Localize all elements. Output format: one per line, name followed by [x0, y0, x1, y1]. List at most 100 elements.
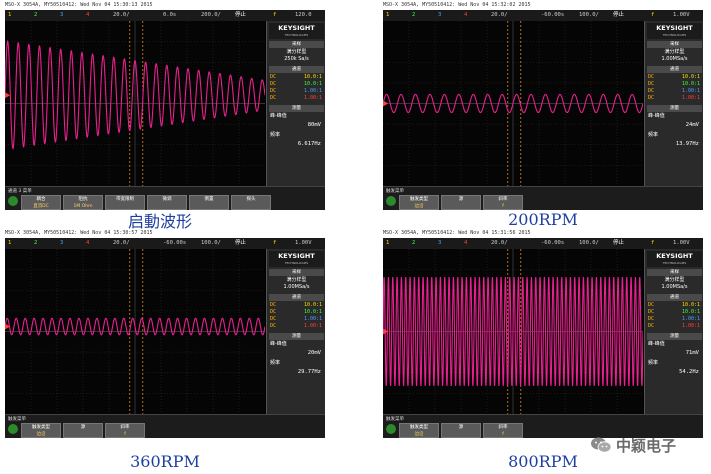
channel-2-indicator[interactable]: 2	[34, 10, 37, 21]
vpp-value: 24mV	[685, 122, 699, 128]
channel-row: DC 10.0:1	[270, 81, 324, 88]
scope-panel-1: MSO-X 3054A, MY50510412: Wed Nov 04 15:3…	[5, 10, 325, 210]
channel-coupling: DC	[648, 309, 655, 315]
channel-probe-ratio: 10.0:1	[303, 74, 322, 80]
acquisition-header: 采样	[647, 269, 702, 276]
channel-ground-marker	[5, 92, 10, 99]
panel-caption: 360RPM	[130, 452, 200, 471]
back-button[interactable]	[8, 424, 18, 434]
softkey-button[interactable]: 触发类型 边沿	[399, 195, 439, 210]
channel-coupling: DC	[270, 302, 277, 308]
channel-row: DC 1.00:1	[648, 323, 702, 330]
trigger-marker: f	[273, 12, 277, 18]
softkey-button[interactable]: 斜率 f	[105, 423, 145, 438]
channel-coupling: DC	[270, 74, 277, 80]
channel-4-indicator[interactable]: 4	[464, 238, 467, 249]
frequency-value: 13.97Hz	[675, 141, 699, 147]
channel-3-indicator[interactable]: 3	[60, 238, 63, 249]
timebase: 100.0/	[579, 240, 599, 246]
softkey-label: 带宽限制	[116, 197, 134, 202]
info-panel: KEYSIGHT TECHNOLOGIES 采样 满分样型 1.00MSa/s 通道 DC 1…	[644, 21, 703, 186]
channel-1-indicator[interactable]: 1	[386, 238, 389, 249]
measurements-header: 测量	[269, 105, 324, 112]
channel-coupling: DC	[270, 88, 277, 94]
channel-4-indicator[interactable]: 4	[86, 238, 89, 249]
softkey-button[interactable]: 耦合 直流DC	[21, 195, 61, 210]
scope-title: MSO-X 3054A, MY50510412: Wed Nov 04 15:3…	[5, 230, 153, 236]
channel-coupling: DC	[648, 81, 655, 87]
back-button[interactable]	[386, 424, 396, 434]
softkey-value: f	[124, 432, 126, 437]
back-button[interactable]	[386, 196, 396, 206]
softkey-value: f	[502, 432, 504, 437]
channel-row: DC 10.0:1	[648, 302, 702, 309]
watermark: 中颖电子	[590, 433, 702, 457]
softkey-button[interactable]: 触发类型 边沿	[21, 423, 61, 438]
channel-row: DC 10.0:1	[270, 309, 324, 316]
channel-probe-ratio: 1.00:1	[303, 323, 322, 329]
channel-4-indicator[interactable]: 4	[86, 10, 89, 21]
softkey-label: 触发类型	[410, 425, 428, 430]
channel-probe-ratio: 10.0:1	[681, 302, 700, 308]
waveform-grid	[383, 249, 643, 414]
channel-row: DC 10.0:1	[270, 302, 324, 309]
softkey-label: 触发类型	[32, 425, 50, 430]
vertical-scale: 20.0/	[491, 240, 508, 246]
softkey-button[interactable]: 探头	[231, 195, 271, 210]
channel-coupling: DC	[270, 95, 277, 101]
frequency-label: 频率	[648, 360, 659, 366]
channel-row: DC 10.0:1	[648, 74, 702, 81]
softkey-button[interactable]: 斜率 f	[483, 423, 523, 438]
softkey-button[interactable]: 阻抗 1M Ohm	[63, 195, 103, 210]
vertical-scale: 20.0/	[113, 12, 130, 18]
channel-2-indicator[interactable]: 2	[412, 238, 415, 249]
vpp-value: 80mV	[307, 122, 321, 128]
waveform-plot	[5, 249, 265, 414]
waveform-plot	[383, 21, 643, 186]
back-button[interactable]	[8, 196, 18, 206]
brand-sub: TECHNOLOGIES	[284, 261, 309, 265]
softkey-button[interactable]: 斜率 f	[483, 195, 523, 210]
channel-probe-ratio: 10.0:1	[303, 81, 322, 87]
sample-rate: 1.00MSa/s	[283, 284, 310, 290]
softkey-button[interactable]: 源	[63, 423, 103, 438]
brand-name: KEYSIGHT	[656, 252, 693, 260]
info-panel: KEYSIGHT TECHNOLOGIES 采样 满分样型 1.00MSa/s 通道 DC 1…	[644, 249, 703, 414]
channel-3-indicator[interactable]: 3	[438, 238, 441, 249]
softkey-value: 边沿	[414, 432, 424, 437]
channel-3-indicator[interactable]: 3	[438, 10, 441, 21]
softkey-button[interactable]: 触发类型 边沿	[399, 423, 439, 438]
acquisition-header: 采样	[647, 41, 702, 48]
channel-2-indicator[interactable]: 2	[34, 238, 37, 249]
channel-probe-ratio: 1.00:1	[681, 316, 700, 322]
softkey-bar: 通道 3 菜单 耦合 直流DC 阻抗 1M Ohm 带宽限制 微调 倒置 探头	[5, 186, 325, 210]
frequency-value: 29.77Hz	[297, 369, 321, 375]
softkey-menu-title: 触发菜单	[386, 417, 404, 422]
channel-2-indicator[interactable]: 2	[412, 10, 415, 21]
channels-header: 通道	[647, 66, 702, 73]
softkey-label: 倒置	[204, 197, 214, 202]
softkey-button[interactable]: 源	[441, 423, 481, 438]
softkey-label: 斜率	[498, 197, 508, 202]
softkey-button[interactable]: 源	[441, 195, 481, 210]
sample-rate: 1.00MSa/s	[661, 284, 688, 290]
channel-row: DC 1.00:1	[270, 88, 324, 95]
softkey-menu-title: 通道 3 菜单	[8, 189, 32, 194]
channel-1-indicator[interactable]: 1	[8, 10, 11, 21]
measurements-header: 测量	[269, 333, 324, 340]
panel-caption: 启動波形	[127, 212, 192, 231]
softkey-value: 边沿	[36, 432, 46, 437]
brand-name: KEYSIGHT	[656, 24, 693, 32]
scope-screen: MSO-X 3054A, MY50510412: Wed Nov 04 15:3…	[383, 10, 703, 210]
scope-title: MSO-X 3054A, MY50510412: Wed Nov 04 15:3…	[383, 2, 531, 8]
frequency-value: 6.617Hz	[297, 141, 321, 147]
vpp-label: 峰-峰值	[270, 341, 287, 347]
time-position: -60.00s	[541, 240, 565, 246]
vpp-label: 峰-峰值	[648, 113, 665, 119]
channel-3-indicator[interactable]: 3	[60, 10, 63, 21]
trigger-level: 120.0	[295, 12, 312, 18]
channel-4-indicator[interactable]: 4	[464, 10, 467, 21]
channel-1-indicator[interactable]: 1	[8, 238, 11, 249]
channel-1-indicator[interactable]: 1	[386, 10, 389, 21]
softkey-label: 阻抗	[78, 197, 88, 202]
